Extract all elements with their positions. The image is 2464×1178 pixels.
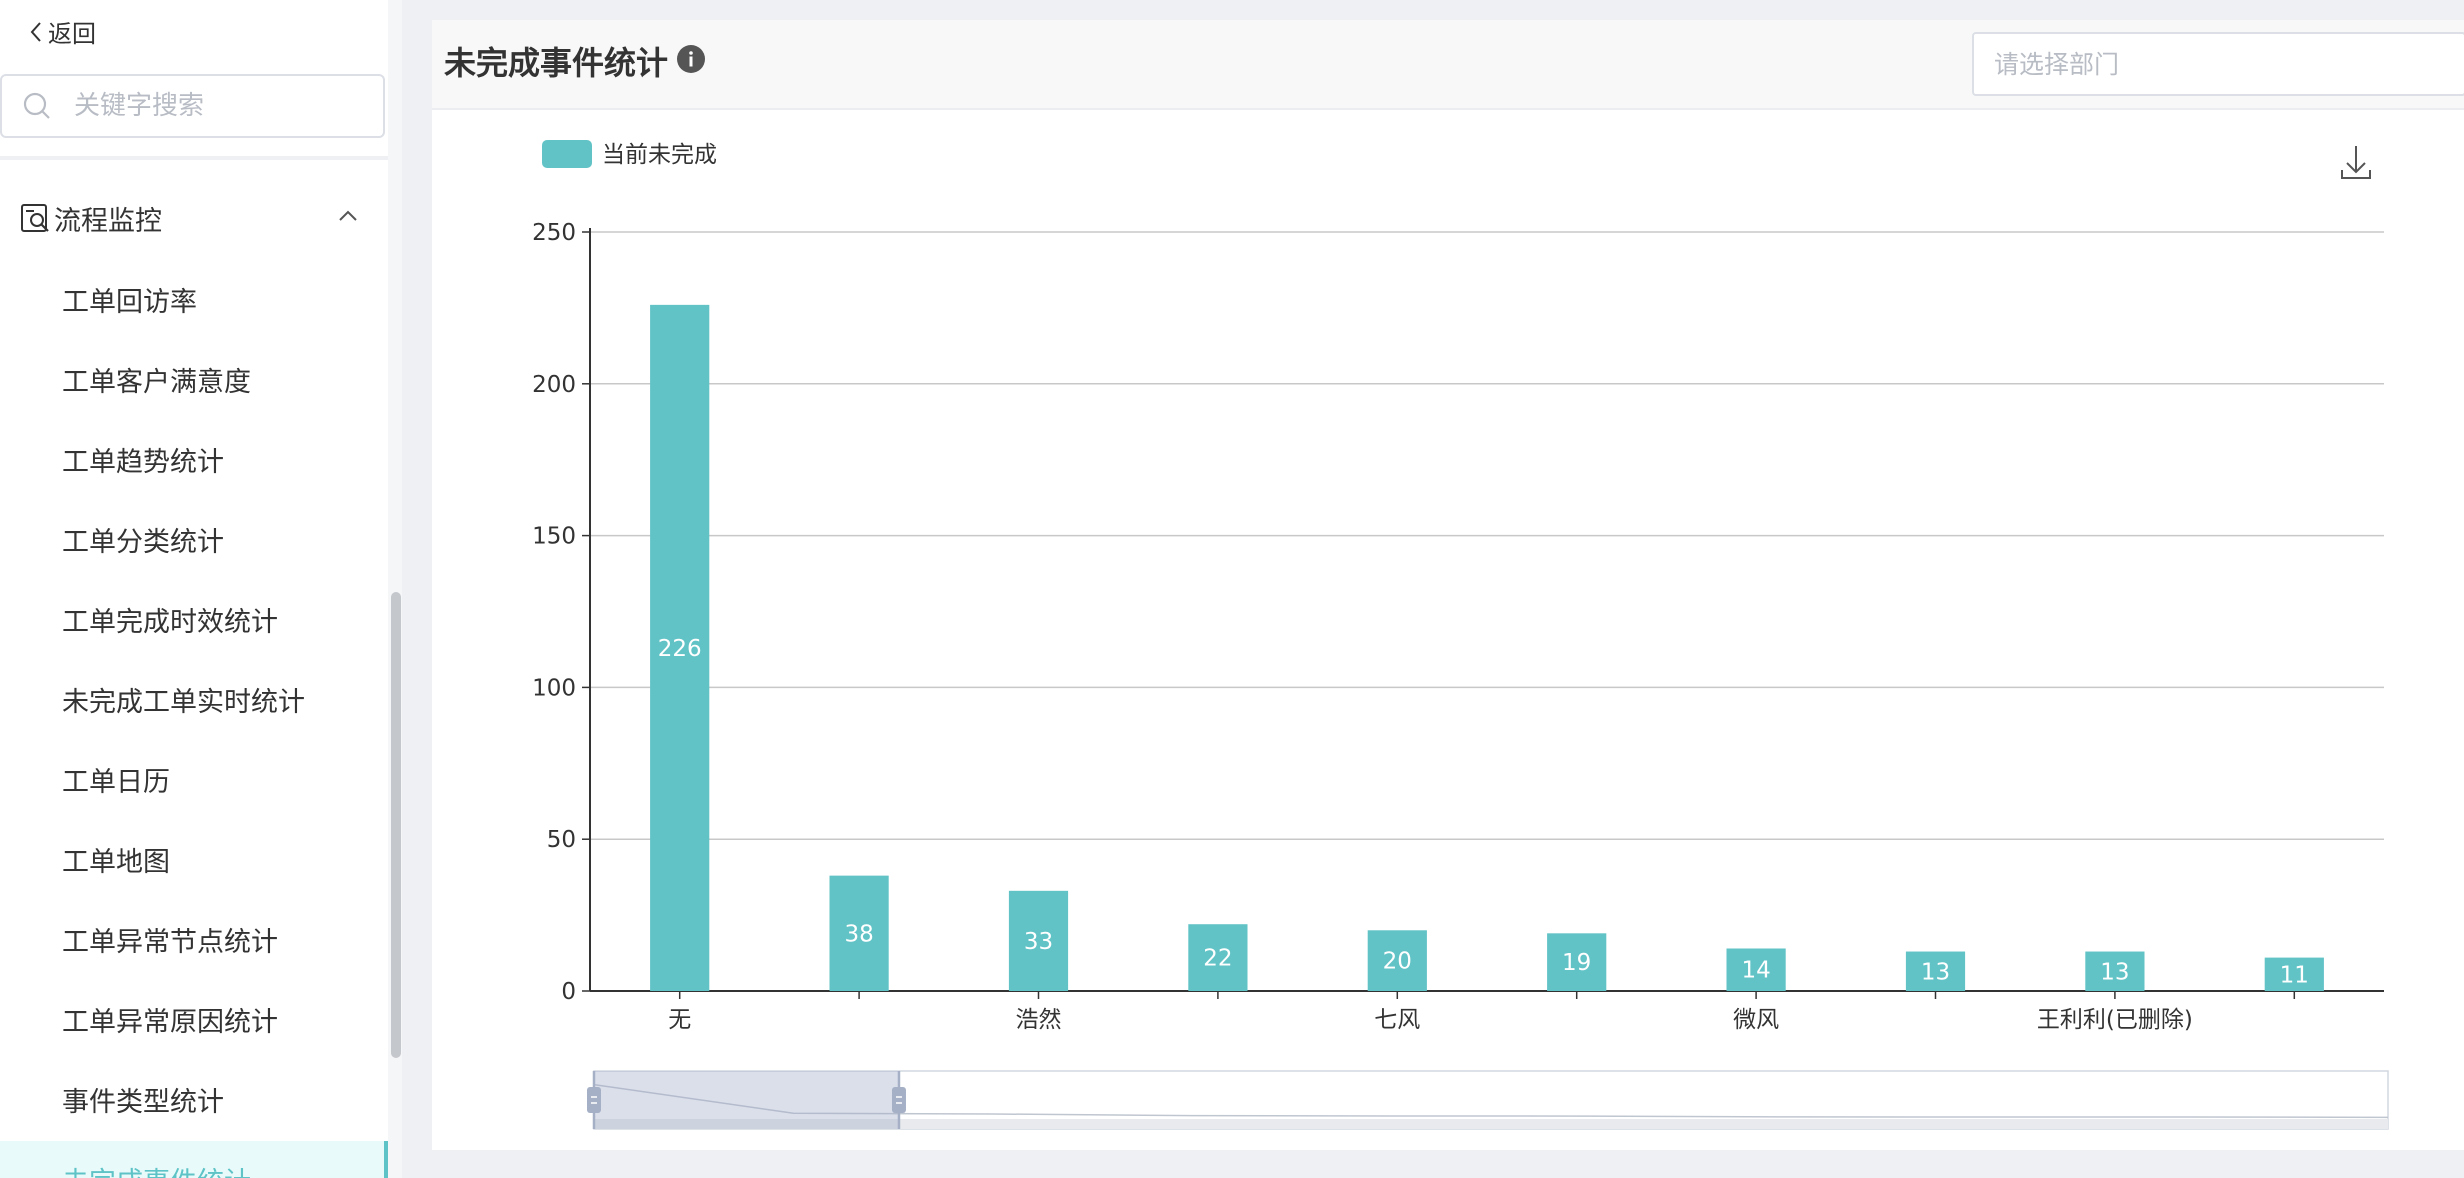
sidebar-item-satisfaction[interactable]: 工单客户满意度 xyxy=(62,360,251,399)
bar-data-label: 20 xyxy=(1383,949,1412,975)
sidebar-item-category[interactable]: 工单分类统计 xyxy=(62,520,224,559)
y-tick-label: 50 xyxy=(547,827,576,853)
chevron-left-icon xyxy=(30,21,41,42)
sidebar: 返回 流程监控 工单回访率 工单客户满意度 工单趋势统计 工单分类统计 工单完成… xyxy=(0,0,402,1178)
back-label: 返回 xyxy=(48,20,96,48)
x-tick-label: 浩然 xyxy=(1016,1007,1062,1033)
x-tick-label: 王利利(已删除) xyxy=(2037,1007,2193,1033)
x-tick-label: 无 xyxy=(668,1007,691,1033)
chart-labels: 226 38 33 22 20 19 14 13 13 11 xyxy=(658,636,2309,988)
y-tick-label: 150 xyxy=(532,524,576,550)
search-box[interactable] xyxy=(0,74,385,138)
sidebar-divider xyxy=(0,156,402,160)
back-link[interactable]: 返回 xyxy=(28,14,96,49)
datazoom-handle[interactable] xyxy=(587,1087,601,1113)
bar-data-label: 19 xyxy=(1562,950,1591,976)
menu-group-label: 流程监控 xyxy=(54,205,162,237)
sidebar-item-unfinished-events[interactable]: 未完成事件统计 xyxy=(62,1160,251,1178)
y-tick-label: 100 xyxy=(532,675,576,701)
monitor-icon xyxy=(21,204,49,232)
chart-legend[interactable]: 当前未完成 xyxy=(542,140,717,168)
sidebar-item-unfinished-realtime[interactable]: 未完成工单实时统计 xyxy=(62,680,305,719)
bar-chart: 050100150200250无 浩然 七风 微风 王利利(已删除) 22638 3322… xyxy=(532,140,2389,1130)
search-icon xyxy=(23,92,50,119)
bar-data-label: 38 xyxy=(844,921,873,947)
bar-data-label: 226 xyxy=(658,636,702,662)
chart-toolbox[interactable] xyxy=(2341,146,2371,179)
sidebar-item-map[interactable]: 工单地图 xyxy=(62,840,170,879)
x-tick-label: 微风 xyxy=(1733,1007,1779,1033)
legend-swatch[interactable] xyxy=(542,140,592,168)
sidebar-item-calendar[interactable]: 工单日历 xyxy=(62,760,170,799)
y-tick-label: 0 xyxy=(561,979,576,1005)
bar-data-label: 13 xyxy=(1921,959,1950,985)
chart-bars xyxy=(650,304,2324,991)
bar-data-label: 13 xyxy=(2100,959,2129,985)
chart-axes: 0 50 100 150 200 250 无 浩然 七风 微风 王利利(已删除) xyxy=(532,220,2384,1033)
datazoom-selection[interactable] xyxy=(594,1071,899,1129)
chevron-up-icon[interactable] xyxy=(336,204,360,228)
bar-data-label: 11 xyxy=(2280,962,2309,988)
y-tick-label: 200 xyxy=(532,372,576,398)
bar-data-label: 33 xyxy=(1024,929,1053,955)
search-input[interactable] xyxy=(74,91,374,121)
sidebar-scrollbar-thumb[interactable] xyxy=(391,592,401,1058)
sidebar-item-completion-time[interactable]: 工单完成时效统计 xyxy=(62,600,278,639)
bar-data-label: 14 xyxy=(1741,958,1770,984)
sidebar-item-abnormal-reason[interactable]: 工单异常原因统计 xyxy=(62,1000,278,1039)
sidebar-item-abnormal-node[interactable]: 工单异常节点统计 xyxy=(62,920,278,959)
x-tick-label: 七风 xyxy=(1374,1007,1420,1033)
chart-datazoom[interactable] xyxy=(587,1070,2389,1130)
menu-group-process-monitor[interactable]: 流程监控 xyxy=(20,196,360,240)
main-panel: 未完成事件统计 050100150200250无浩然七风微风王利利(已删除) 2… xyxy=(432,20,2464,1150)
sidebar-item-revisit-rate[interactable]: 工单回访率 xyxy=(62,280,197,319)
bar-data-label: 22 xyxy=(1203,946,1232,972)
sidebar-item-event-type[interactable]: 事件类型统计 xyxy=(62,1080,224,1119)
sidebar-item-trend[interactable]: 工单趋势统计 xyxy=(62,440,224,479)
download-icon[interactable] xyxy=(2341,146,2371,179)
datazoom-handle[interactable] xyxy=(891,1087,906,1113)
y-tick-label: 250 xyxy=(532,220,576,246)
legend-label[interactable]: 当前未完成 xyxy=(602,142,717,168)
chart-grid xyxy=(590,231,2384,840)
